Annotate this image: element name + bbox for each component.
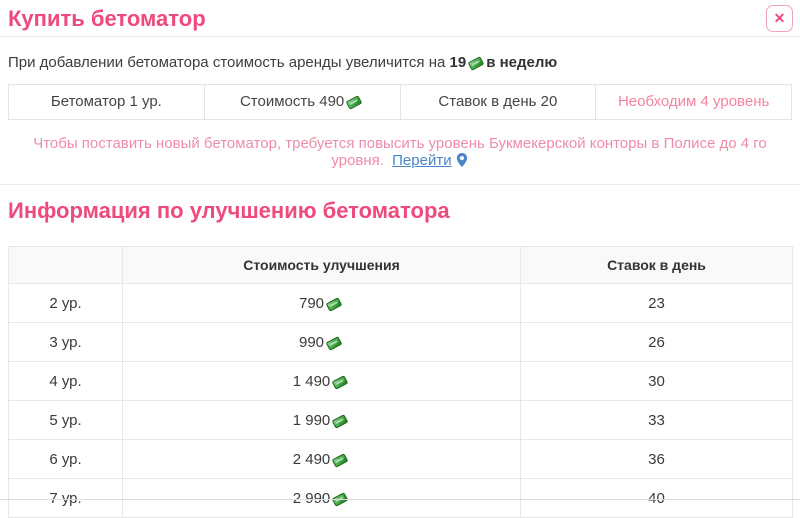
goto-link[interactable]: Перейти: [392, 152, 451, 169]
cell-cost: 790: [123, 284, 521, 323]
rent-increase-label: При добавлении бетоматора стоимость арен…: [8, 54, 445, 71]
level-requirement-note: Чтобы поставить новый бетоматор, требует…: [8, 135, 792, 169]
cell-bets: 33: [521, 401, 793, 440]
table-row: 7 ур. 2 990 40: [9, 479, 793, 518]
cell-level: 5 ур.: [9, 401, 123, 440]
money-ticket-icon: [332, 414, 349, 429]
section-divider: [0, 184, 800, 185]
cell-bets: 26: [521, 323, 793, 362]
close-button[interactable]: ✕: [766, 5, 793, 32]
cell-bets: 23: [521, 284, 793, 323]
cell-cost: 2 990: [123, 479, 521, 518]
page-title: Купить бетоматор: [0, 0, 800, 31]
stat-required-level: Необходим 4 уровень: [595, 84, 792, 120]
table-row: 2 ур. 790 23: [9, 284, 793, 323]
money-ticket-icon: [326, 336, 343, 351]
close-icon: ✕: [774, 10, 786, 27]
table-row: 4 ур. 1 490 30: [9, 362, 793, 401]
upgrade-table: Стоимость улучшения Ставок в день 2 ур. …: [8, 246, 793, 518]
rent-increase-period: в неделю: [486, 54, 557, 71]
stat-cost: Стоимость 490: [204, 84, 401, 120]
table-row: 5 ур. 1 990 33: [9, 401, 793, 440]
cell-cost: 990: [123, 323, 521, 362]
table-row: 6 ур. 2 490 36: [9, 440, 793, 479]
cell-level: 3 ур.: [9, 323, 123, 362]
rent-increase-text: При добавлении бетоматора стоимость арен…: [8, 54, 792, 71]
cell-bets: 36: [521, 440, 793, 479]
header-cost: Стоимость улучшения: [123, 247, 521, 284]
next-block-divider: [0, 499, 800, 500]
stats-row: Бетоматор 1 ур. Стоимость 490 Ставок в д…: [8, 84, 792, 120]
cell-level: 2 ур.: [9, 284, 123, 323]
cell-cost: 1 490: [123, 362, 521, 401]
stat-betomator-level: Бетоматор 1 ур.: [8, 84, 205, 120]
cell-bets: 30: [521, 362, 793, 401]
cell-level: 7 ур.: [9, 479, 123, 518]
stat-bets-per-day: Ставок в день 20: [400, 84, 597, 120]
money-ticket-icon: [346, 95, 363, 110]
rent-increase-amount: 19: [450, 54, 467, 71]
cell-level: 6 ур.: [9, 440, 123, 479]
upgrade-section-title: Информация по улучшению бетоматора: [0, 198, 800, 224]
cell-cost: 1 990: [123, 401, 521, 440]
money-ticket-icon: [468, 56, 485, 71]
dialog-header: Купить бетоматор ✕: [0, 0, 800, 37]
table-header-row: Стоимость улучшения Ставок в день: [9, 247, 793, 284]
money-ticket-icon: [326, 297, 343, 312]
buy-betomator-dialog: Купить бетоматор ✕ При добавлении бетома…: [0, 0, 800, 502]
header-bets: Ставок в день: [521, 247, 793, 284]
header-level: [9, 247, 123, 284]
cell-bets: 40: [521, 479, 793, 518]
cell-cost: 2 490: [123, 440, 521, 479]
table-row: 3 ур. 990 26: [9, 323, 793, 362]
money-ticket-icon: [332, 453, 349, 468]
cell-level: 4 ур.: [9, 362, 123, 401]
money-ticket-icon: [332, 375, 349, 390]
map-pin-icon: [455, 152, 469, 168]
